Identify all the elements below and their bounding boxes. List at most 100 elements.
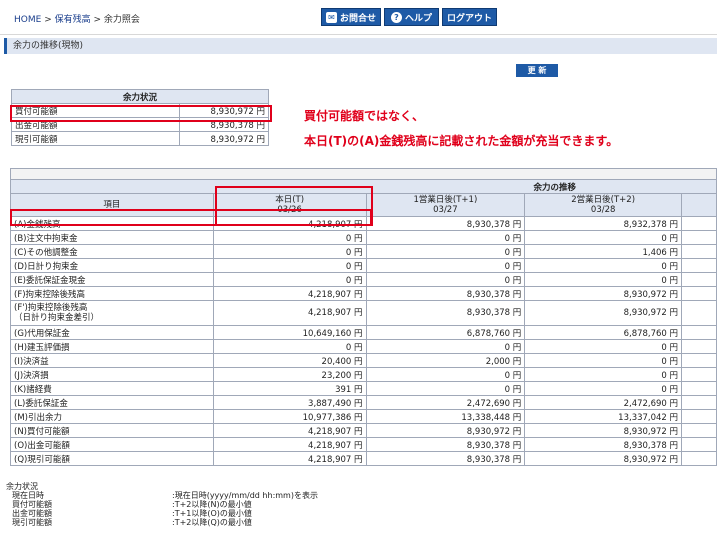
- table-row: (H)建玉評価損 0 円0 円0 円: [10, 339, 717, 354]
- table-row: (E)委託保証金現金 0 円0 円0 円: [10, 272, 717, 287]
- row-value: 1,406 円: [524, 244, 683, 259]
- row-label: (F)拘束控除後残高: [10, 286, 214, 301]
- row-value: 0 円: [524, 339, 683, 354]
- row-padding-cell: [681, 367, 717, 382]
- row-label: (C)その他調整金: [10, 244, 214, 259]
- breadcrumb-separator: >: [93, 15, 102, 25]
- footnote-key: 出金可能額: [12, 509, 52, 518]
- row-label: (N)買付可能額: [10, 423, 214, 438]
- row-label: (I)決済益: [10, 353, 214, 368]
- column-header-label: 2営業日後(T+2): [571, 195, 636, 205]
- footnotes: 余力状況 現在日時:現在日時(yyyy/mm/dd hh:mm)を表示 買付可能…: [6, 482, 318, 527]
- row-value: 4,218,907 円: [212, 437, 367, 452]
- row-value: 0 円: [365, 244, 526, 259]
- row-label: (J)決済損: [10, 367, 214, 382]
- row-value: 0 円: [212, 230, 367, 245]
- transition-table-body: (A)金銭残高 4,218,907 円 8,930,378 円 8,932,378 円…: [10, 216, 717, 466]
- row-label-text: (L)委託保証金: [14, 398, 68, 409]
- row-value: 8,930,378 円: [365, 286, 526, 301]
- row-value: 6,878,760 円: [365, 325, 526, 340]
- help-button-label: ヘルプ: [404, 13, 432, 24]
- row-label-text: (H)建玉評価損: [14, 342, 70, 353]
- row-value: 0 円: [212, 339, 367, 354]
- table-row: (J)決済損 23,200 円0 円0 円: [10, 367, 717, 382]
- annotation-line1: 買付可能額ではなく、: [304, 109, 425, 123]
- row-value: 8,930,972 円: [365, 423, 526, 438]
- row-padding-cell: [681, 244, 717, 259]
- row-value: 0 円: [365, 367, 526, 382]
- row-label: (D)日計り拘束金: [10, 258, 214, 273]
- row-label: (H)建玉評価損: [10, 339, 214, 354]
- row-label-text: (I)決済益: [14, 356, 49, 367]
- row-value: 3,887,490 円: [212, 395, 367, 410]
- table-row: (M)引出余力 10,977,386 円 13,338,448 円 13,337,04…: [10, 409, 717, 424]
- section-title-bar: 余力の推移(現物): [4, 38, 717, 54]
- row-value: 8,930,378 円: [365, 216, 526, 231]
- row-value: 0 円: [524, 272, 683, 287]
- row-value: 0 円: [212, 272, 367, 287]
- footnote-key: 現在日時: [12, 491, 44, 500]
- table-row: (D)日計り拘束金 0 円0 円0 円: [10, 258, 717, 273]
- row-label-text: (Q)現引可能額: [14, 454, 70, 465]
- row-label-subtext: （日計り拘束金差引）: [14, 313, 100, 323]
- row-value: 8,930,378 円: [365, 300, 526, 326]
- logout-button[interactable]: ログアウト: [442, 8, 497, 26]
- column-header-blank: [681, 193, 717, 217]
- row-value: 0 円: [365, 230, 526, 245]
- row-value: 0 円: [524, 381, 683, 396]
- footnote-desc: :T+2以降(N)の最小値: [172, 500, 252, 509]
- row-value: 0 円: [365, 258, 526, 273]
- row-value: 0 円: [212, 258, 367, 273]
- table-row: (F')拘束控除後残高 （日計り拘束金差引） 4,218,907 円 8,930,37…: [10, 300, 717, 326]
- row-value: 10,977,386 円: [212, 409, 367, 424]
- breadcrumb-current: 余力照会: [103, 15, 140, 25]
- table-row: (O)出金可能額 4,218,907 円 8,930,378 円 8,930,378 …: [10, 437, 717, 452]
- row-label: (Q)現引可能額: [10, 451, 214, 466]
- row-padding-cell: [681, 325, 717, 340]
- row-label: (F')拘束控除後残高 （日計り拘束金差引）: [10, 300, 214, 326]
- row-label-text: (F')拘束控除後残高: [14, 303, 88, 313]
- row-padding-cell: [681, 353, 717, 368]
- yoryoku-status-title: 余力状況: [11, 89, 269, 104]
- row-padding-cell: [681, 258, 717, 273]
- breadcrumb-holdings[interactable]: 保有残高: [55, 15, 91, 25]
- mail-icon: ✉: [325, 11, 337, 23]
- row-padding-cell: [681, 216, 717, 231]
- row-value: 0 円: [365, 272, 526, 287]
- row-value: 4,218,907 円: [212, 423, 367, 438]
- row-label-text: (J)決済損: [14, 370, 49, 381]
- footnote-key: 現引可能額: [12, 518, 52, 527]
- row-label-text: (G)代用保証金: [14, 328, 70, 339]
- row-label: (G)代用保証金: [10, 325, 214, 340]
- row-value: 0 円: [524, 258, 683, 273]
- contact-button[interactable]: ✉ お問合せ: [321, 8, 381, 26]
- row-padding-cell: [681, 451, 717, 466]
- row-label: (B)注文中拘束金: [10, 230, 214, 245]
- question-icon: ?: [390, 11, 402, 23]
- row-value: 0 円: [365, 381, 526, 396]
- row-label: (E)委託保証金現金: [10, 272, 214, 287]
- row-value: 0 円: [524, 367, 683, 382]
- status-row-value: 8,930,972 円: [179, 131, 269, 146]
- row-value: 10,649,160 円: [212, 325, 367, 340]
- footnote-row: 出金可能額 :T+1以降(O)の最小値: [6, 509, 318, 518]
- footnote-row: 現引可能額:T+2以降(Q)の最小値: [6, 518, 318, 527]
- footnote-desc: :T+1以降(O)の最小値: [172, 509, 252, 518]
- help-button[interactable]: ? ヘルプ: [384, 8, 439, 26]
- row-value: 8,930,378 円: [524, 437, 683, 452]
- table-spacer: [10, 168, 717, 180]
- row-value: 2,472,690 円: [365, 395, 526, 410]
- row-value: 4,218,907 円: [212, 286, 367, 301]
- row-label-text: (N)買付可能額: [14, 426, 70, 437]
- annotation-line2: 本日(T)の(A)金銭残高に記載された金額が充当できます。: [304, 134, 619, 148]
- breadcrumb-home[interactable]: HOME: [14, 15, 41, 25]
- row-value: 13,337,042 円: [524, 409, 683, 424]
- footnotes-title: 余力状況: [6, 482, 38, 491]
- row-padding-cell: [681, 272, 717, 287]
- row-value: 6,878,760 円: [524, 325, 683, 340]
- column-header-date: 03/27: [433, 205, 458, 215]
- refresh-button[interactable]: 更 新: [516, 64, 558, 77]
- column-header-t1: 1営業日後(T+1) 03/27: [365, 193, 526, 217]
- row-label: (K)諸経費: [10, 381, 214, 396]
- logout-button-label: ログアウト: [446, 13, 492, 24]
